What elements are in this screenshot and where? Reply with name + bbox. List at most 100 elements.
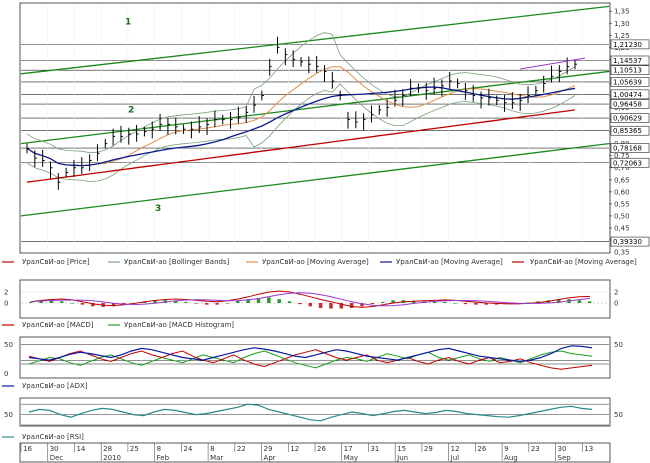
y-tick-label: 0,55 bbox=[614, 200, 630, 208]
x-tick-label: 28 bbox=[103, 445, 112, 453]
price-label: 1,14537 bbox=[613, 57, 642, 65]
macd-histogram-bar bbox=[318, 303, 323, 308]
y-tick-label: 0,60 bbox=[614, 188, 630, 196]
x-tick-label: 29 bbox=[424, 445, 433, 453]
macd-histogram-bar bbox=[443, 301, 447, 303]
trend-annotation: 2 bbox=[128, 105, 134, 115]
legend-ma-orange: УралСвИ-ао [Moving Average] bbox=[262, 258, 369, 266]
adx-y-label-right: 50 bbox=[614, 341, 623, 349]
price-label: 0,78168 bbox=[613, 145, 642, 153]
x-tick-label: 29 bbox=[264, 445, 273, 453]
month-label: Sep bbox=[558, 454, 572, 462]
price-label: 1,05639 bbox=[613, 78, 642, 86]
x-tick-label: 9 bbox=[504, 445, 508, 453]
rsi-y-label-right: 50 bbox=[614, 411, 623, 419]
x-tick-label: 8 bbox=[157, 445, 161, 453]
macd-histogram-bar bbox=[577, 300, 582, 303]
macd-histogram-bar bbox=[236, 300, 240, 303]
y-tick-label: 1,25 bbox=[614, 32, 630, 40]
macd-histogram-bar bbox=[225, 303, 230, 304]
legend-price: УралСвИ-ао [Price] bbox=[22, 258, 90, 266]
trend-annotation: 3 bbox=[155, 204, 161, 214]
macd-histogram-bar bbox=[70, 303, 74, 304]
macd-y-label-left: 0 bbox=[4, 300, 8, 308]
price-label: 0,90629 bbox=[613, 115, 642, 123]
chart-canvas: 1,351,301,251,201,151,101,051,000,950,90… bbox=[0, 0, 650, 463]
month-label: Jul bbox=[450, 454, 460, 462]
rsi-panel bbox=[19, 397, 611, 427]
price-label: 0,85365 bbox=[613, 127, 642, 135]
macd-histogram-bar bbox=[432, 301, 437, 303]
y-tick-label: 0,45 bbox=[614, 224, 630, 232]
price-label: 0,96458 bbox=[613, 101, 642, 109]
x-tick-label: 13 bbox=[584, 445, 593, 453]
x-tick-label: 30 bbox=[50, 445, 59, 453]
x-tick-label: 26 bbox=[477, 445, 486, 453]
macd-histogram-bar bbox=[80, 303, 85, 305]
y-tick-label: 1,30 bbox=[614, 20, 630, 28]
macd-histogram-bar bbox=[194, 303, 199, 304]
x-tick-label: 24 bbox=[183, 445, 192, 453]
x-tick-label: 14 bbox=[76, 445, 85, 453]
macd-histogram-bar bbox=[215, 303, 219, 305]
month-label: Jun bbox=[396, 454, 408, 462]
month-label: Dec bbox=[50, 454, 64, 462]
x-tick-label: 8 bbox=[210, 445, 214, 453]
adx-y-label-left-zero: 0 bbox=[4, 370, 8, 378]
macd-histogram-bar bbox=[474, 303, 478, 305]
legend-adx: УралСвИ-ао [ADX] bbox=[22, 382, 88, 390]
month-label: Mar bbox=[210, 454, 223, 462]
trend-annotation: 1 bbox=[125, 17, 131, 27]
macd-histogram-bar bbox=[329, 303, 333, 309]
legend-ma-blue: УралСвИ-ао [Moving Average] bbox=[396, 258, 503, 266]
x-tick-label: 23 bbox=[531, 445, 540, 453]
x-tick-label: 22 bbox=[237, 445, 246, 453]
legend-bollinger: УралСвИ-ао [Bollinger Bands] bbox=[124, 258, 230, 266]
month-label: Apr bbox=[264, 454, 276, 462]
x-tick-label: 30 bbox=[558, 445, 567, 453]
macd-y-label-left: 2 bbox=[4, 289, 8, 297]
price-label: 1,00474 bbox=[613, 91, 642, 99]
macd-y-label-right: 0 bbox=[614, 300, 618, 308]
macd-histogram-bar bbox=[49, 300, 54, 303]
macd-histogram-bar bbox=[349, 303, 354, 308]
macd-histogram-bar bbox=[453, 303, 457, 304]
macd-y-label-right: 2 bbox=[614, 289, 618, 297]
macd-histogram-bar bbox=[588, 301, 592, 303]
x-tick-label: 12 bbox=[451, 445, 460, 453]
y-tick-label: 0,65 bbox=[614, 176, 630, 184]
legend-macd-hist: УралСвИ-ао [MACD Histogram] bbox=[124, 321, 234, 329]
legend-macd: УралСвИ-ао [MACD] bbox=[22, 321, 94, 329]
macd-histogram-bar bbox=[463, 303, 468, 305]
month-label: May bbox=[344, 454, 358, 462]
price-label: 1,10513 bbox=[613, 67, 642, 75]
y-tick-label: 0,35 bbox=[614, 249, 630, 257]
month-label: Feb bbox=[157, 454, 170, 462]
x-tick-label: 26 bbox=[317, 445, 326, 453]
macd-histogram-bar bbox=[204, 303, 209, 305]
x-tick-label: 16 bbox=[23, 445, 32, 453]
macd-histogram-bar bbox=[380, 301, 385, 303]
month-label: 2010 bbox=[103, 454, 121, 462]
macd-histogram-bar bbox=[267, 297, 271, 303]
x-tick-label: 15 bbox=[397, 445, 406, 453]
x-tick-label: 12 bbox=[290, 445, 299, 453]
legend-ma-red: УралСвИ-ао [Moving Average] bbox=[530, 258, 637, 266]
rsi-y-label-left: 50 bbox=[4, 411, 13, 419]
x-tick-label: 31 bbox=[370, 445, 379, 453]
adx-y-label-left: 50 bbox=[4, 341, 13, 349]
price-label: 1,21230 bbox=[613, 41, 642, 49]
y-tick-label: 0,50 bbox=[614, 212, 630, 220]
macd-histogram-bar bbox=[298, 303, 302, 305]
month-label: Aug bbox=[504, 454, 518, 462]
x-tick-label: 25 bbox=[130, 445, 139, 453]
price-label: 0,39330 bbox=[613, 238, 642, 246]
price-label: 0,72063 bbox=[613, 159, 642, 167]
macd-histogram-bar bbox=[370, 303, 375, 305]
macd-histogram-bar bbox=[184, 301, 188, 303]
macd-histogram-bar bbox=[287, 301, 292, 303]
macd-histogram-bar bbox=[60, 301, 64, 303]
y-tick-label: 1,35 bbox=[614, 8, 630, 16]
macd-histogram-bar bbox=[308, 303, 312, 307]
x-tick-label: 17 bbox=[344, 445, 353, 453]
